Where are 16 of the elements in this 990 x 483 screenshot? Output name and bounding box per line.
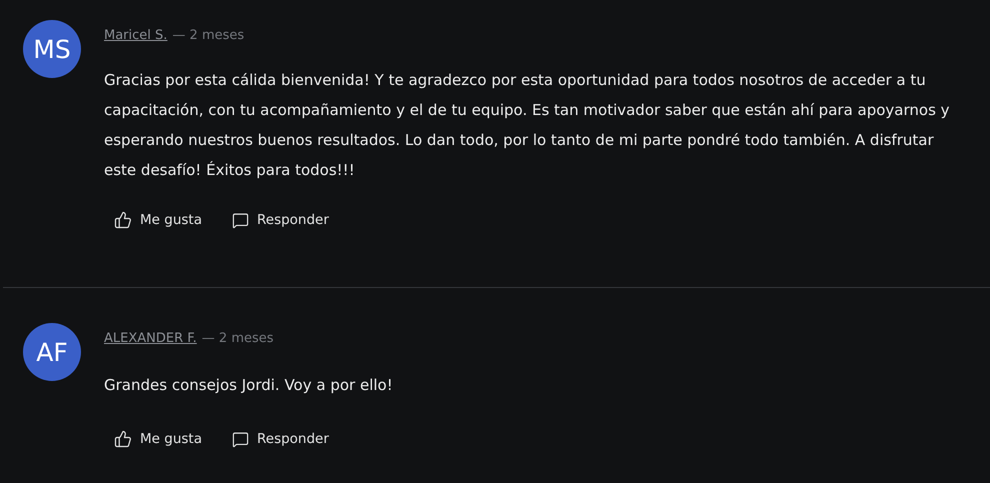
speech-bubble-icon bbox=[232, 430, 249, 448]
speech-bubble-icon bbox=[232, 212, 249, 228]
avatar: MS bbox=[23, 20, 81, 78]
comment-text: Gracias por esta cálida bienvenida! Y te agradezco por esta oportunidad para todos nosotros de acceder a tu capacitación, con tu acompañamiento y el de tu equipo. Es tan motivador saber que están ahí para apoyarnos y esperando nuestros buenos resultados. Lo dan todo, por lo tanto de mi parte pondré todo también. A disfrutar este desafío! Éxitos para todos!!! bbox=[104, 70, 951, 181]
author-link[interactable]: Maricel S. bbox=[104, 28, 168, 43]
avatar: AF bbox=[23, 323, 81, 381]
thumbs-up-icon bbox=[114, 430, 132, 448]
author-link[interactable]: ALEXANDER F. bbox=[104, 331, 197, 346]
reply-button[interactable]: Responder bbox=[232, 211, 329, 229]
reply-button[interactable]: Responder bbox=[232, 430, 329, 448]
like-button[interactable]: Me gusta bbox=[114, 430, 202, 448]
thumbs-up-icon bbox=[114, 211, 132, 229]
comment-time: — 2 meses bbox=[172, 28, 244, 43]
comment-time: — 2 meses bbox=[202, 331, 274, 346]
like-button[interactable]: Me gusta bbox=[114, 211, 202, 229]
comment-text: Grandes consejos Jordi. Voy a por ello! bbox=[104, 375, 394, 396]
